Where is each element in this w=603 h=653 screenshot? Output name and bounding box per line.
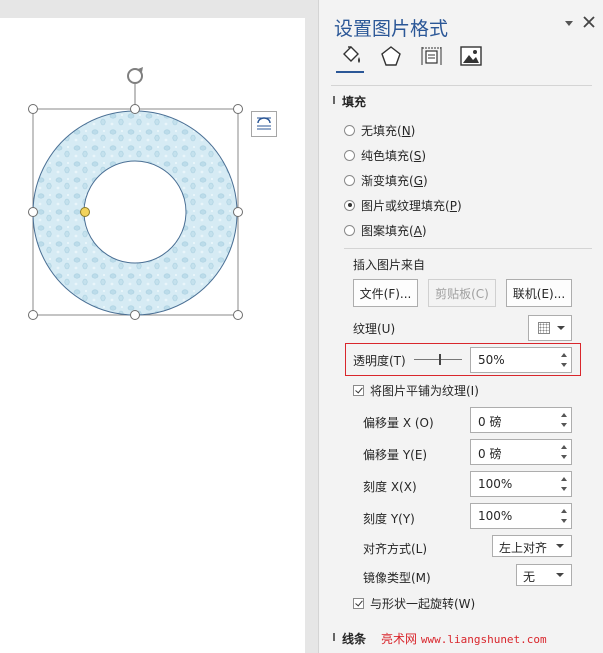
shape-layer [28,67,243,320]
scale-y-spinner[interactable]: 100% [470,503,572,529]
radio-button-selected[interactable] [344,199,355,211]
mirror-type-label: 镜像类型(M) [363,571,431,585]
radio-button[interactable] [344,174,355,186]
chevron-down-icon [556,544,564,548]
spin-down-icon[interactable] [561,363,567,367]
spin-down-icon[interactable] [561,519,567,523]
spin-up-icon[interactable] [561,509,567,513]
watermark: 亮术网 www.liangshunet.com [381,630,547,647]
transparency-slider-thumb[interactable] [439,354,441,365]
clipboard-button[interactable]: 剪贴板(C) [428,279,496,307]
tabs-divider [331,85,592,86]
layout-options-button[interactable] [251,111,277,137]
scale-x-label: 刻度 X(X) [363,480,417,494]
fill-section-header[interactable]: 填充 [342,93,366,110]
radio-label: 图片或纹理填充(P) [361,198,462,213]
transparency-value[interactable]: 50% [478,353,505,367]
radio-picture-texture-fill[interactable]: 图片或纹理填充(P) [344,196,462,214]
radio-label: 渐变填充(G) [361,173,428,188]
donut-shape[interactable] [32,110,238,316]
spin-down-icon[interactable] [561,487,567,491]
radio-gradient-fill[interactable]: 渐变填充(G) [344,171,428,189]
online-button[interactable]: 联机(E)... [506,279,572,307]
watermark-url: www.liangshunet.com [420,633,547,646]
scale-x-value[interactable]: 100% [478,477,512,491]
size-properties-icon[interactable] [419,44,443,68]
texture-swatch-icon [538,322,550,334]
spin-down-icon[interactable] [561,423,567,427]
lines-section-header[interactable]: 线条 [342,630,366,647]
chevron-down-icon [556,573,564,577]
tile-as-texture-checkbox[interactable] [353,384,364,396]
offset-x-spinner[interactable]: 0 磅 [470,407,572,433]
radio-button[interactable] [344,224,355,236]
rotate-with-shape-checkbox[interactable] [353,597,364,609]
effects-icon[interactable] [379,44,403,68]
format-picture-pane: 设置图片格式 填充 无填充(N) 纯色填充(S) 渐变填充(G) 图片或纹理填充… [318,0,603,653]
active-tab-indicator [336,71,364,73]
rotate-handle-icon[interactable] [127,67,143,84]
transparency-spinner[interactable]: 50% [470,347,572,373]
radio-no-fill[interactable]: 无填充(N) [344,121,415,139]
mirror-type-value: 无 [523,570,536,584]
close-icon[interactable] [581,14,597,30]
layout-options-icon [257,117,271,130]
fill-line-icon[interactable] [339,44,363,68]
spin-up-icon[interactable] [561,477,567,481]
tile-as-texture-checkbox-row[interactable]: 将图片平铺为纹理(I) [353,381,479,399]
pane-title: 设置图片格式 [334,18,449,40]
mirror-type-dropdown[interactable]: 无 [516,564,572,586]
tile-as-texture-label: 将图片平铺为纹理(I) [370,383,479,398]
radio-solid-fill[interactable]: 纯色填充(S) [344,146,426,164]
radio-button[interactable] [344,124,355,136]
offset-x-label: 偏移量 X (O) [363,416,434,430]
spin-up-icon[interactable] [561,353,567,357]
options-divider [344,248,592,249]
pane-options-icon[interactable] [563,17,575,29]
scale-y-label: 刻度 Y(Y) [363,512,415,526]
spin-up-icon[interactable] [561,413,567,417]
file-button[interactable]: 文件(F)... [353,279,418,307]
radio-label: 纯色填充(S) [361,148,426,163]
picture-icon[interactable] [459,44,483,68]
alignment-value: 左上对齐 [499,541,548,555]
rotate-with-shape-label: 与形状一起旋转(W) [370,596,476,611]
chevron-down-icon [557,326,565,330]
insert-picture-from-label: 插入图片来自 [353,258,426,272]
radio-label: 图案填充(A) [361,223,427,238]
watermark-brand: 亮术网 [381,632,418,646]
collapse-indicator [333,96,335,104]
offset-y-label: 偏移量 Y(E) [363,448,428,462]
offset-x-value[interactable]: 0 磅 [478,413,501,430]
radio-label: 无填充(N) [361,123,416,138]
texture-label: 纹理(U) [353,322,396,336]
scale-x-spinner[interactable]: 100% [470,471,572,497]
offset-y-value[interactable]: 0 磅 [478,445,501,462]
spin-up-icon[interactable] [561,445,567,449]
spin-down-icon[interactable] [561,455,567,459]
collapse-indicator [333,633,335,641]
transparency-slider[interactable] [414,359,462,360]
alignment-label: 对齐方式(L) [363,542,428,556]
offset-y-spinner[interactable]: 0 磅 [470,439,572,465]
texture-dropdown[interactable] [528,315,572,341]
radio-pattern-fill[interactable]: 图案填充(A) [344,221,427,239]
radio-button[interactable] [344,149,355,161]
alignment-dropdown[interactable]: 左上对齐 [492,535,572,557]
scale-y-value[interactable]: 100% [478,509,512,523]
rotate-with-shape-checkbox-row[interactable]: 与形状一起旋转(W) [353,594,475,612]
document-canvas [0,0,305,653]
transparency-label: 透明度(T) [353,354,406,368]
adjust-handle[interactable] [80,207,90,217]
